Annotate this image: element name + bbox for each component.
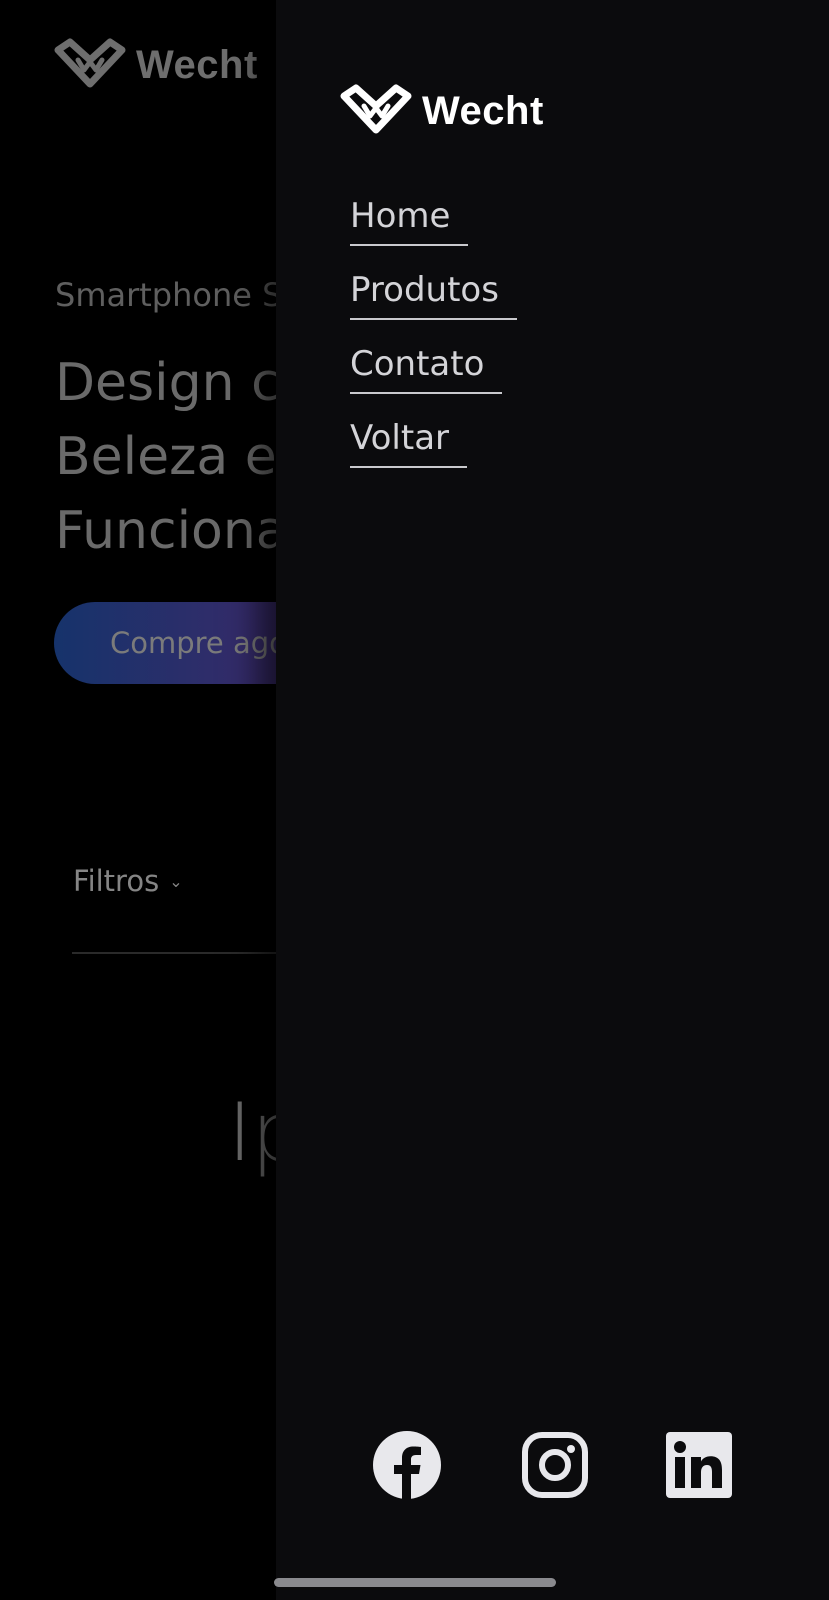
hero-subtitle: Smartphone S [55,276,283,314]
home-indicator[interactable] [274,1578,556,1587]
wecht-logo-icon [54,38,126,88]
nav-item-home[interactable]: Home [350,196,469,246]
drawer-nav: Home Produtos Contato Voltar [350,196,517,492]
filters-toggle[interactable]: Filtros ⌄ [73,864,183,898]
facebook-icon[interactable] [372,1430,442,1500]
instagram-icon[interactable] [520,1430,590,1500]
hero-heading: Design co Beleza e Funciona [55,346,311,568]
hero-heading-line: Design co [55,353,312,413]
drawer-logo[interactable]: Wecht [338,84,544,138]
linkedin-icon[interactable] [664,1430,734,1500]
brand-name: Wecht [422,88,544,133]
nav-item-contato[interactable]: Contato [350,344,503,394]
nav-item-produtos[interactable]: Produtos [350,270,517,320]
brand-name: Wecht [136,42,258,87]
social-links [372,1430,732,1500]
app-screen: Wecht Smartphone S Design co Beleza e Fu… [0,0,829,1600]
header-logo[interactable]: Wecht [52,38,258,92]
side-drawer: Wecht Home Produtos Contato Voltar [276,0,829,1600]
chevron-down-icon: ⌄ [169,871,183,891]
hero-heading-line: Funciona [55,501,288,561]
wecht-logo-icon [340,84,412,134]
nav-item-voltar[interactable]: Voltar [350,418,468,468]
filters-label: Filtros [73,864,160,898]
hero-heading-line: Beleza e [55,427,277,487]
